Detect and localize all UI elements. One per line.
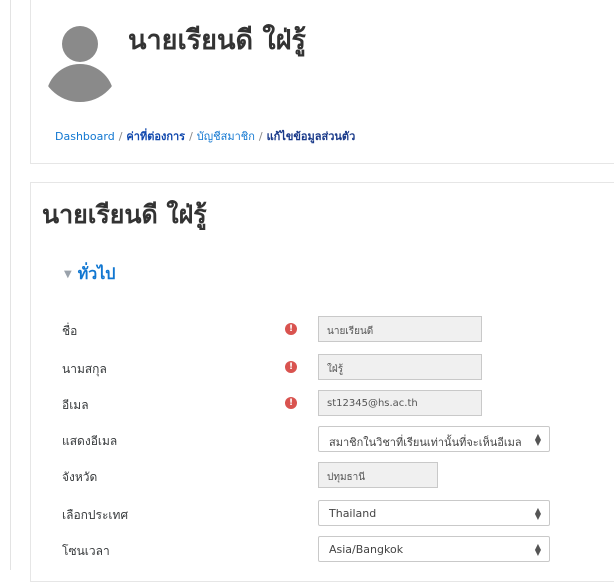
last-name-label: นามสกุล — [62, 362, 107, 376]
show-email-select[interactable]: สมาชิกในวิชาที่เรียนเท่านั้นที่จะเห็นอีเ… — [318, 426, 550, 452]
up-down-arrows-icon: ▲ ▼ — [534, 506, 541, 521]
breadcrumb-dashboard[interactable]: Dashboard — [55, 130, 115, 143]
form-row-show-email: แสดงอีเมล สมาชิกในวิชาที่เรียนเท่านั้นที… — [0, 426, 614, 454]
email-label: อีเมล — [62, 398, 89, 412]
show-email-selected-value: สมาชิกในวิชาที่เรียนเท่านั้นที่จะเห็นอีเ… — [329, 436, 522, 449]
section-label: ทั่วไป — [77, 264, 116, 283]
country-select[interactable]: Thailand ▲ ▼ — [318, 500, 550, 526]
email-field[interactable]: st12345@hs.ac.th — [318, 390, 482, 416]
section-toggle-general[interactable]: ▼ ทั่วไป — [64, 262, 115, 287]
form-heading-user-name: นายเรียนดี ใฝ่รู้ — [42, 200, 207, 229]
province-input[interactable]: ปทุมธานี — [318, 462, 438, 488]
timezone-select[interactable]: Asia/Bangkok ▲ ▼ — [318, 536, 550, 562]
user-silhouette-icon — [62, 26, 98, 62]
form-row-first-name: ชื่อ ! นายเรียนดี — [0, 316, 614, 344]
province-label: จังหวัด — [62, 470, 98, 484]
exclamation-circle-icon: ! — [285, 397, 297, 409]
exclamation-circle-icon: ! — [285, 361, 297, 373]
form-row-country: เลือกประเทศ Thailand ▲ ▼ — [0, 500, 614, 528]
user-silhouette-body — [46, 64, 114, 102]
up-down-arrows-icon: ▲ ▼ — [534, 432, 541, 447]
show-email-label: แสดงอีเมล — [62, 434, 118, 448]
country-label: เลือกประเทศ — [62, 508, 129, 522]
breadcrumb-separator: / — [258, 130, 263, 143]
collapse-caret-icon: ▼ — [64, 269, 72, 280]
breadcrumb-separator: / — [189, 130, 193, 143]
form-row-last-name: นามสกุล ! ใฝ่รู้ — [0, 354, 614, 382]
timezone-label: โซนเวลา — [62, 544, 110, 558]
breadcrumb-preferences[interactable]: ค่าที่ต่องการ — [126, 130, 185, 143]
first-name-input[interactable]: นายเรียนดี — [318, 316, 482, 342]
form-row-timezone: โซนเวลา Asia/Bangkok ▲ ▼ — [0, 536, 614, 564]
exclamation-circle-icon: ! — [285, 323, 297, 335]
breadcrumb: Dashboard / ค่าที่ต่องการ / บัญชีสมาชิก / แก้ไ… — [55, 127, 355, 145]
timezone-selected-value: Asia/Bangkok — [329, 543, 404, 556]
avatar — [40, 22, 120, 102]
first-name-label: ชื่อ — [62, 324, 78, 338]
breadcrumb-user-account[interactable]: บัญชีสมาชิก — [197, 130, 255, 143]
up-down-arrows-icon: ▲ ▼ — [534, 542, 541, 557]
breadcrumb-edit-profile[interactable]: แก้ไขข้อมูลส่วนตัว — [267, 130, 356, 143]
form-row-province: จังหวัด ปทุมธานี — [0, 462, 614, 490]
form-row-email: อีเมล ! st12345@hs.ac.th — [0, 390, 614, 418]
breadcrumb-separator: / — [118, 130, 123, 143]
last-name-input[interactable]: ใฝ่รู้ — [318, 354, 482, 380]
page-title: นายเรียนดี ใฝ่รู้ — [128, 25, 306, 56]
country-selected-value: Thailand — [329, 507, 377, 520]
